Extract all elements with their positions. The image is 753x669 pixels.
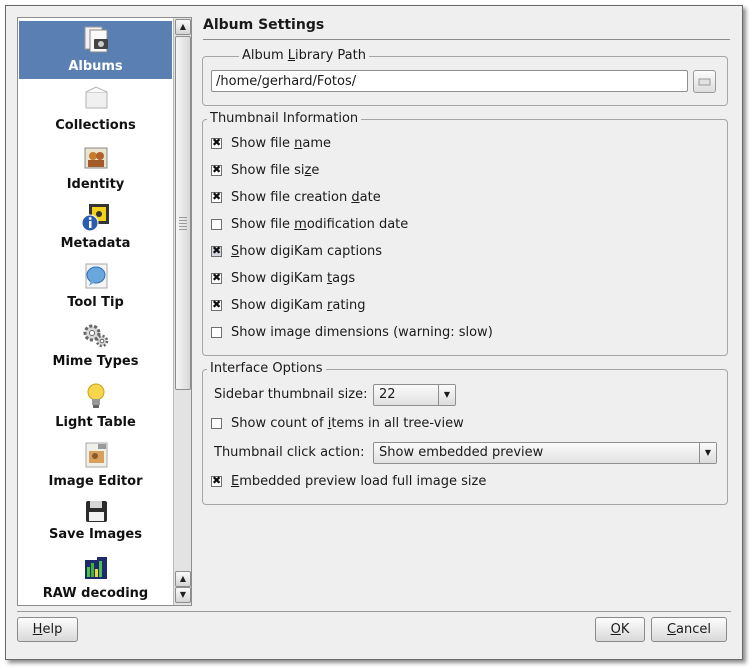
sidebar-item-mime-types[interactable]: Mime Types [19, 316, 172, 374]
sidebar-item-label: RAW decoding [42, 586, 149, 601]
page-title: Album Settings [203, 17, 325, 33]
configure-dialog: Albums Collections Identity Metadata Too… [5, 5, 743, 660]
sidebar-item-albums[interactable]: Albums [19, 21, 172, 79]
thumbnail-click-action-select[interactable]: Show embedded preview ▼ [373, 442, 717, 464]
scroll-up-arrow-icon[interactable]: ▲ [175, 571, 191, 587]
checkbox-label: Embedded preview load full image size [231, 474, 487, 489]
checkbox-box[interactable] [211, 190, 222, 204]
identity-icon [84, 147, 108, 169]
checkbox-label: Show file creation date [231, 190, 381, 205]
save-images-icon [86, 501, 107, 522]
checkbox-box[interactable] [211, 244, 222, 258]
page-list-items: Albums Collections Identity Metadata Too… [18, 18, 173, 605]
checkbox-box[interactable] [211, 163, 222, 177]
checkbox-box[interactable] [211, 418, 222, 429]
sidebar-thumbnail-size-value: 22 [379, 387, 396, 402]
sidebar-item-label: Identity [66, 177, 125, 192]
checkbox-box[interactable] [211, 271, 222, 285]
sidebar-item-label: Mime Types [52, 354, 139, 369]
thumbnail-information-group: Thumbnail Information Show file name Sho… [202, 111, 728, 356]
sidebar-item-raw-decoding[interactable]: RAW decoding [19, 551, 172, 605]
albums-icon [84, 26, 108, 53]
sidebar-item-label: Save Images [49, 527, 142, 542]
checkbox-label: Show digiKam tags [231, 271, 356, 286]
browse-folder-button[interactable] [693, 70, 716, 93]
thumbnail-information-legend: Thumbnail Information [207, 111, 362, 126]
sidebar-item-label: Light Table [55, 415, 136, 430]
sidebar-item-label: Tool Tip [67, 295, 124, 310]
sidebar-thumbnail-size-select[interactable]: 22 ▼ [373, 384, 456, 406]
settings-page-list: Albums Collections Identity Metadata Too… [17, 17, 192, 606]
checkbox-box[interactable] [211, 136, 222, 150]
chevron-down-icon[interactable]: ▼ [438, 385, 455, 405]
checkbox-box[interactable] [211, 298, 222, 312]
checkbox-label: Show count of items in all tree-view [231, 416, 464, 431]
checkbox-label: Show digiKam captions [231, 244, 383, 259]
image-editor-icon [85, 442, 108, 468]
checkbox-label: Show file name [231, 136, 332, 151]
sidebar-item-metadata[interactable]: Metadata [19, 198, 172, 256]
scroll-down-arrow-icon[interactable]: ▼ [175, 587, 191, 603]
help-button[interactable]: Help [17, 617, 78, 642]
sidebar-item-save-images[interactable]: Save Images [19, 495, 172, 547]
sidebar-item-collections[interactable]: Collections [19, 80, 172, 138]
checkbox-label: Show digiKam rating [231, 298, 366, 313]
title-divider [203, 39, 730, 40]
album-path-input[interactable]: /home/gerhard/Fotos/ [211, 70, 688, 92]
sidebar-thumbnail-size-label: Sidebar thumbnail size: [214, 387, 368, 402]
raw-decoding-icon [85, 555, 107, 579]
folder-icon [698, 78, 711, 86]
grip-icon [179, 217, 187, 231]
thumbnail-click-action-label: Thumbnail click action: [214, 445, 365, 460]
checkbox-label: Show file modification date [231, 217, 409, 232]
sidebar-scrollbar[interactable]: ▲ ▲ ▼ [173, 18, 191, 605]
checkbox-box[interactable] [211, 474, 222, 488]
mime-types-icon [83, 324, 109, 348]
album-library-legend: Album Library Path [239, 48, 369, 63]
checkbox-box[interactable] [211, 219, 222, 230]
interface-options-legend: Interface Options [207, 361, 326, 376]
checkbox-label: Show file size [231, 163, 320, 178]
sidebar-item-label: Albums [68, 59, 123, 74]
sidebar-item-tooltip[interactable]: Tool Tip [19, 257, 172, 315]
sidebar-item-label: Metadata [60, 236, 131, 251]
chevron-down-icon[interactable]: ▼ [699, 443, 716, 463]
ok-button[interactable]: OK [595, 617, 645, 642]
light-table-icon [87, 383, 105, 408]
metadata-icon [81, 204, 109, 232]
sidebar-item-label: Image Editor [48, 474, 143, 489]
cancel-button[interactable]: Cancel [651, 617, 727, 642]
thumbnail-click-action-value: Show embedded preview [379, 445, 544, 460]
tooltip-icon [85, 263, 108, 289]
album-library-group: Album Library Path /home/gerhard/Fotos/ [202, 48, 728, 106]
button-bar-divider [17, 611, 731, 612]
sidebar-item-identity[interactable]: Identity [19, 139, 172, 197]
checkbox-label: Show image dimensions (warning: slow) [231, 325, 493, 340]
scrollbar-thumb[interactable] [175, 36, 191, 390]
sidebar-item-label: Collections [55, 118, 136, 133]
interface-options-group: Interface Options Sidebar thumbnail size… [202, 361, 728, 505]
scroll-up-arrow-icon[interactable]: ▲ [175, 19, 191, 35]
sidebar-item-image-editor[interactable]: Image Editor [19, 436, 172, 494]
checkbox-box[interactable] [211, 327, 222, 338]
collections-icon [85, 86, 108, 109]
sidebar-item-light-table[interactable]: Light Table [19, 377, 172, 435]
